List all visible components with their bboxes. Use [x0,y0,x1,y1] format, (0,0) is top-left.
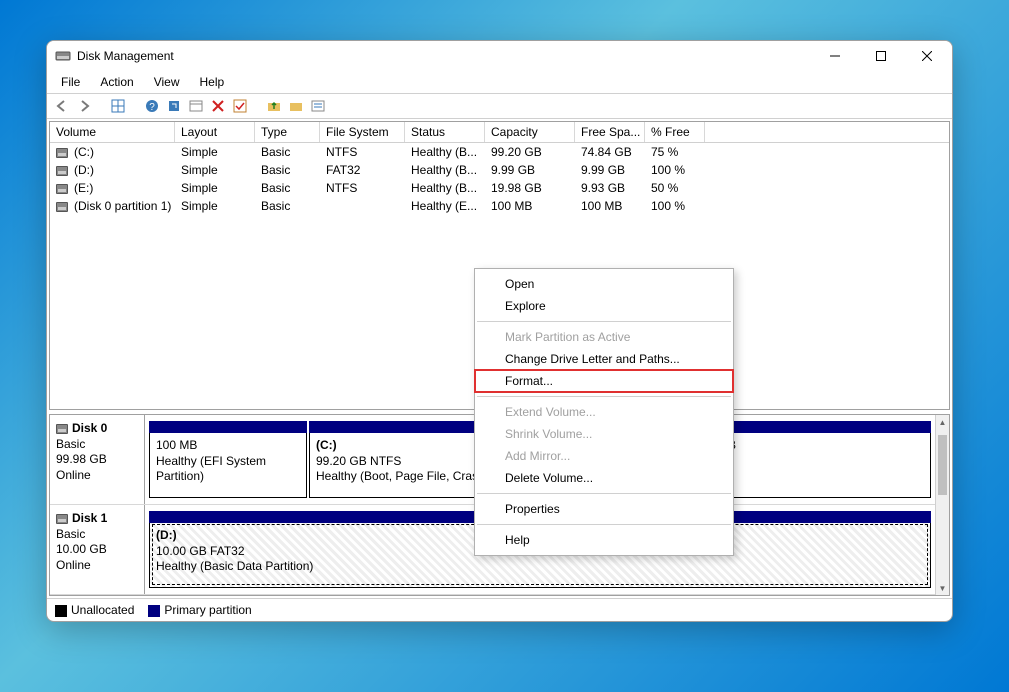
settings-icon[interactable] [187,97,205,115]
menu-help[interactable]: Help [190,73,235,91]
context-menu-separator [477,396,731,397]
minimize-button[interactable] [812,41,858,71]
refresh-icon[interactable] [165,97,183,115]
context-menu-item[interactable]: Delete Volume... [475,467,733,489]
disk-info[interactable]: Disk 1Basic10.00 GBOnline [50,505,145,594]
partition[interactable]: 100 MBHealthy (EFI System Partition) [149,421,307,498]
app-icon [55,48,71,64]
col-header-status[interactable]: Status [405,122,485,142]
properties-icon[interactable] [309,97,327,115]
context-menu-item[interactable]: Properties [475,498,733,520]
context-menu-item: Mark Partition as Active [475,326,733,348]
context-menu: OpenExplore Mark Partition as ActiveChang… [474,268,734,556]
context-menu-separator [477,524,731,525]
context-menu-separator [477,493,731,494]
maximize-button[interactable] [858,41,904,71]
svg-text:?: ? [149,102,155,113]
context-menu-item[interactable]: Open [475,273,733,295]
context-menu-separator [477,321,731,322]
drive-icon [56,148,68,158]
menubar: File Action View Help [47,71,952,94]
grid-icon[interactable] [109,97,127,115]
menu-view[interactable]: View [144,73,190,91]
col-header-pct[interactable]: % Free [645,122,705,142]
titlebar: Disk Management [47,41,952,71]
context-menu-item[interactable]: Explore [475,295,733,317]
drive-icon [56,202,68,212]
context-menu-item[interactable]: Format... [475,370,733,392]
help-icon[interactable]: ? [143,97,161,115]
context-menu-item: Add Mirror... [475,445,733,467]
legend-unallocated: Unallocated [55,603,134,617]
volume-list-body: (C:)SimpleBasicNTFSHealthy (B...99.20 GB… [50,143,949,215]
context-menu-item: Extend Volume... [475,401,733,423]
context-menu-item: Shrink Volume... [475,423,733,445]
check-icon[interactable] [231,97,249,115]
disk-icon [56,424,68,434]
disk-icon [56,514,68,524]
col-header-type[interactable]: Type [255,122,320,142]
legend-primary: Primary partition [148,603,251,617]
forward-icon[interactable] [75,97,93,115]
col-header-free[interactable]: Free Spa... [575,122,645,142]
scrollbar[interactable]: ▲ ▼ [935,415,949,595]
back-icon[interactable] [53,97,71,115]
menu-file[interactable]: File [51,73,90,91]
window-controls [812,41,950,71]
close-button[interactable] [904,41,950,71]
context-menu-item[interactable]: Change Drive Letter and Paths... [475,348,733,370]
volume-row[interactable]: (C:)SimpleBasicNTFSHealthy (B...99.20 GB… [50,143,949,161]
volume-row[interactable]: (Disk 0 partition 1)SimpleBasicHealthy (… [50,197,949,215]
delete-icon[interactable] [209,97,227,115]
partition[interactable]: MB [711,421,931,498]
window-title: Disk Management [77,49,812,63]
volume-row[interactable]: (E:)SimpleBasicNTFSHealthy (B...19.98 GB… [50,179,949,197]
legend: Unallocated Primary partition [47,598,952,621]
volume-row[interactable]: (D:)SimpleBasicFAT32Healthy (B...9.99 GB… [50,161,949,179]
drive-icon [56,166,68,176]
volume-list-header: Volume Layout Type File System Status Ca… [50,122,949,143]
col-header-volume[interactable]: Volume [50,122,175,142]
toolbar: ? [47,94,952,119]
menu-action[interactable]: Action [90,73,143,91]
folder-icon[interactable] [287,97,305,115]
drive-icon [56,184,68,194]
folder-up-icon[interactable] [265,97,283,115]
col-header-layout[interactable]: Layout [175,122,255,142]
context-menu-item[interactable]: Help [475,529,733,551]
col-header-fs[interactable]: File System [320,122,405,142]
col-header-capacity[interactable]: Capacity [485,122,575,142]
disk-info[interactable]: Disk 0Basic99.98 GBOnline [50,415,145,504]
